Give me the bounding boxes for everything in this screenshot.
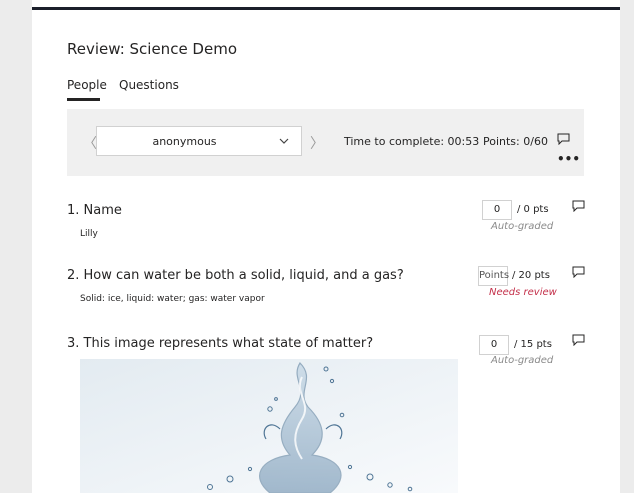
question-2-score-input[interactable]: Points [478,266,509,286]
question-1-title: 1. Name [67,203,122,218]
active-tab-indicator [67,98,100,101]
comment-icon[interactable] [557,133,570,145]
question-1-answer: Lilly [80,229,98,239]
chevron-left-icon[interactable]: 〈 [83,133,97,153]
page-title: Review: Science Demo [67,40,238,58]
respondent-dropdown[interactable]: anonymous [96,126,302,156]
question-2-answer: Solid: ice, liquid: water; gas: water va… [80,294,265,304]
question-1-comment-icon[interactable] [572,200,585,212]
more-options-icon[interactable]: ••• [557,152,580,166]
question-3-score-total: / 15 pts [514,339,552,350]
question-1-score-input[interactable]: 0 [482,200,512,220]
question-3-title: 3. This image represents what state of m… [67,336,374,351]
question-1-score-total: / 0 pts [517,204,549,215]
water-splash-image [80,359,458,493]
question-2-score-total: / 20 pts [512,270,550,281]
water-splash-illustration [80,359,458,493]
points-summary: Points: 0/60 [483,135,548,148]
tab-questions[interactable]: Questions [119,78,179,92]
respondent-toolbar: 〈 anonymous 〉 Time to complete: 00:53 Po… [67,109,584,176]
respondent-value: anonymous [152,135,217,148]
chevron-right-icon[interactable]: 〉 [310,133,324,153]
question-3-status: Auto-graded [491,355,554,366]
chevron-down-icon [279,138,289,144]
top-bar [32,7,620,10]
review-page: Review: Science Demo People Questions 〈 … [32,0,620,493]
question-1-status: Auto-graded [491,221,554,232]
tab-people[interactable]: People [67,78,107,92]
question-3-score-input[interactable]: 0 [479,335,509,355]
question-2-comment-icon[interactable] [572,266,585,278]
question-2-status: Needs review [489,287,557,298]
question-2-title: 2. How can water be both a solid, liquid… [67,268,404,283]
question-3-comment-icon[interactable] [572,334,585,346]
time-to-complete: Time to complete: 00:53 [344,135,480,148]
